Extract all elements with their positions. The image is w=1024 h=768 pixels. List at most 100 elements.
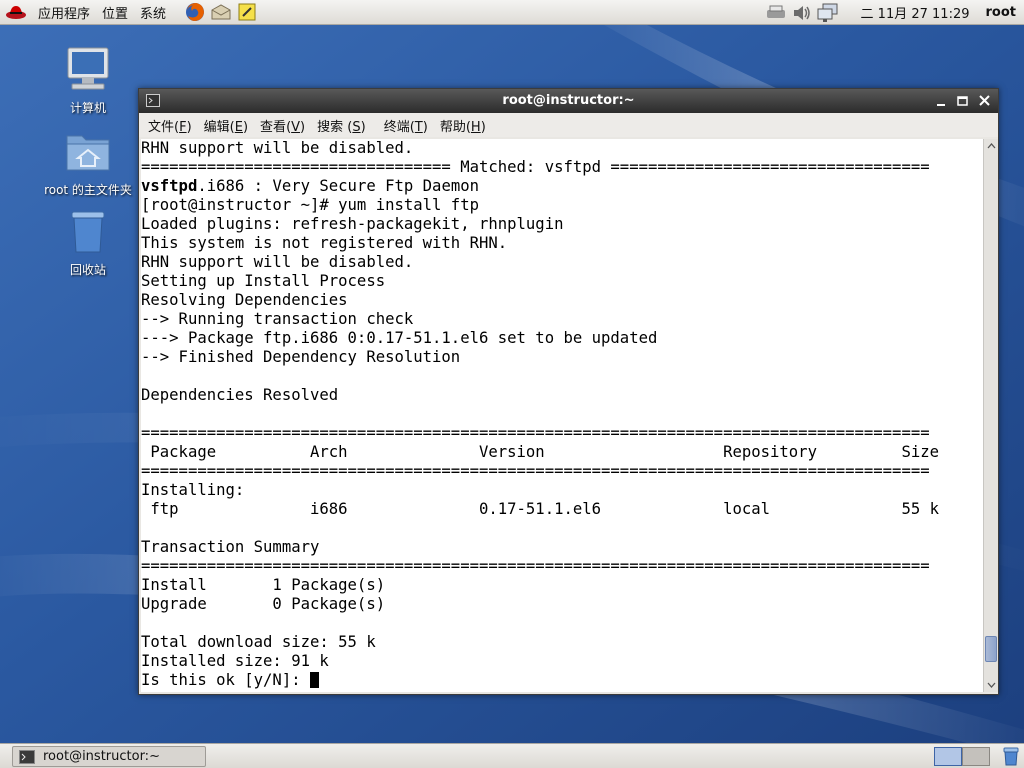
terminal-line: ================================= Matche… [141,158,930,176]
terminal-line: Resolving Dependencies [141,291,348,309]
menu-file-key: F [179,119,187,135]
panel-clock[interactable]: 二 11月 27 11:29 [841,3,986,22]
terminal-window[interactable]: root@instructor:~ 文件(F) 编辑(E) 查看(V) 搜索 (… [138,88,999,695]
terminal-output[interactable]: RHN support will be disabled. ===========… [141,139,983,692]
bottom-panel: root@instructor:~ [0,743,1024,768]
window-titlebar[interactable]: root@instructor:~ [139,89,998,113]
menu-terminal[interactable]: 终端(T) [378,116,434,135]
terminal-line: Package Arch Version Repository Size [141,443,939,461]
menu-applications[interactable]: 应用程序 [32,0,96,25]
terminal-text: RHN support will be disabled. ===========… [141,139,983,690]
volume-icon[interactable] [789,0,815,25]
home-folder-icon [66,135,110,171]
desktop-icon-home-label: root 的主文件夹 [44,183,132,197]
terminal-menubar: 文件(F) 编辑(E) 查看(V) 搜索 (S) 终端(T) 帮助(H) [139,113,998,137]
menu-system-label: 系统 [140,6,167,22]
scrollbar-thumb[interactable] [985,636,997,662]
desktop-icon-trash-label: 回收站 [69,263,106,277]
menu-view-label: 查看 [260,119,287,135]
minimize-button[interactable] [933,92,951,110]
menu-view[interactable]: 查看(V) [254,116,311,135]
scroll-down-button[interactable] [985,678,998,691]
menu-places[interactable]: 位置 [96,0,134,25]
notes-launcher-icon[interactable] [234,0,260,25]
chevron-up-icon [987,143,996,149]
trash-icon [71,211,105,253]
terminal-line: Installed size: 91 k [141,652,329,670]
terminal-line: ========================================… [141,557,930,575]
menu-edit-key: E [234,119,243,135]
printer-icon[interactable] [763,0,789,25]
panel-user-name[interactable]: root [986,5,1024,20]
menu-system[interactable]: 系统 [134,0,172,25]
terminal-scrollbar[interactable] [983,139,998,692]
menu-help-key: H [470,119,481,135]
menu-places-label: 位置 [102,6,129,22]
menu-edit[interactable]: 编辑(E) [198,116,254,135]
desktop-icon-trash[interactable]: 回收站 [38,208,138,278]
redhat-logo-icon[interactable] [0,0,32,25]
terminal-line: Upgrade 0 Package(s) [141,595,386,613]
menu-file-label: 文件 [148,119,175,135]
menu-search[interactable]: 搜索 (S) [311,116,372,135]
terminal-line: Setting up Install Process [141,272,386,290]
menu-edit-label: 编辑 [203,119,230,135]
menu-help[interactable]: 帮助(H) [434,116,492,135]
chevron-down-icon [987,682,996,688]
menu-file[interactable]: 文件(F) [142,116,198,135]
workspace-switcher [934,747,990,766]
terminal-line: Dependencies Resolved [141,386,339,404]
menu-search-key: S [352,119,361,135]
taskbar-button-terminal[interactable]: root@instructor:~ [12,746,206,767]
terminal-line: This system is not registered with RHN. [141,234,508,252]
terminal-line: --> Finished Dependency Resolution [141,348,461,366]
desktop-icon-computer-label: 计算机 [69,101,106,115]
menu-view-key: V [291,119,301,135]
trash-applet-icon[interactable] [1002,747,1020,766]
terminal-line: Is this ok [y/N]: [141,671,983,690]
terminal-line: Install 1 Package(s) [141,576,386,594]
top-panel: 应用程序 位置 系统 二 11月 27 11:29 root [0,0,1024,25]
workspace-2[interactable] [962,747,990,766]
desktop-icon-computer[interactable]: 计算机 [38,46,138,116]
desktop-icon-home[interactable]: root 的主文件夹 [38,128,138,198]
menu-search-label: 搜索 [317,119,344,135]
terminal-line: ---> Package ftp.i686 0:0.17-51.1.el6 se… [141,329,658,347]
terminal-line: ftp i686 0.17-51.1.el6 local 55 k [141,500,939,518]
workspace-1[interactable] [934,747,962,766]
window-title: root@instructor:~ [502,93,635,108]
terminal-line: [root@instructor ~]# yum install ftp [141,196,479,214]
mail-launcher-icon[interactable] [208,0,234,25]
terminal-line: ========================================… [141,462,930,480]
terminal-line: Installing: [141,481,245,499]
firefox-launcher-icon[interactable] [182,0,208,25]
terminal-line: RHN support will be disabled. [141,139,414,157]
minimize-icon [937,104,945,106]
close-button[interactable] [976,92,994,110]
system-tray: 二 11月 27 11:29 root [763,0,1024,25]
terminal-line: Total download size: 55 k [141,633,376,651]
menu-help-label: 帮助 [439,119,466,135]
terminal-line: --> Running transaction check [141,310,414,328]
terminal-match-highlight: vsftpd [141,177,198,195]
terminal-cursor [310,672,319,688]
network-icon[interactable] [815,0,841,25]
maximize-button[interactable] [954,92,972,110]
terminal-line: vsftpd.i686 : Very Secure Ftp Daemon [141,177,479,195]
computer-icon [67,47,109,90]
scroll-up-button[interactable] [985,140,998,153]
terminal-line: Loaded plugins: refresh-packagekit, rhnp… [141,215,564,233]
taskbar-button-label: root@instructor:~ [43,749,160,764]
menu-applications-label: 应用程序 [38,6,91,22]
menu-terminal-key: T [414,119,423,135]
maximize-icon [957,96,968,106]
terminal-line: ========================================… [141,424,930,442]
terminal-line: RHN support will be disabled. [141,253,414,271]
terminal-icon [19,749,35,764]
menu-terminal-label: 终端 [383,119,410,135]
terminal-line: Transaction Summary [141,538,320,556]
